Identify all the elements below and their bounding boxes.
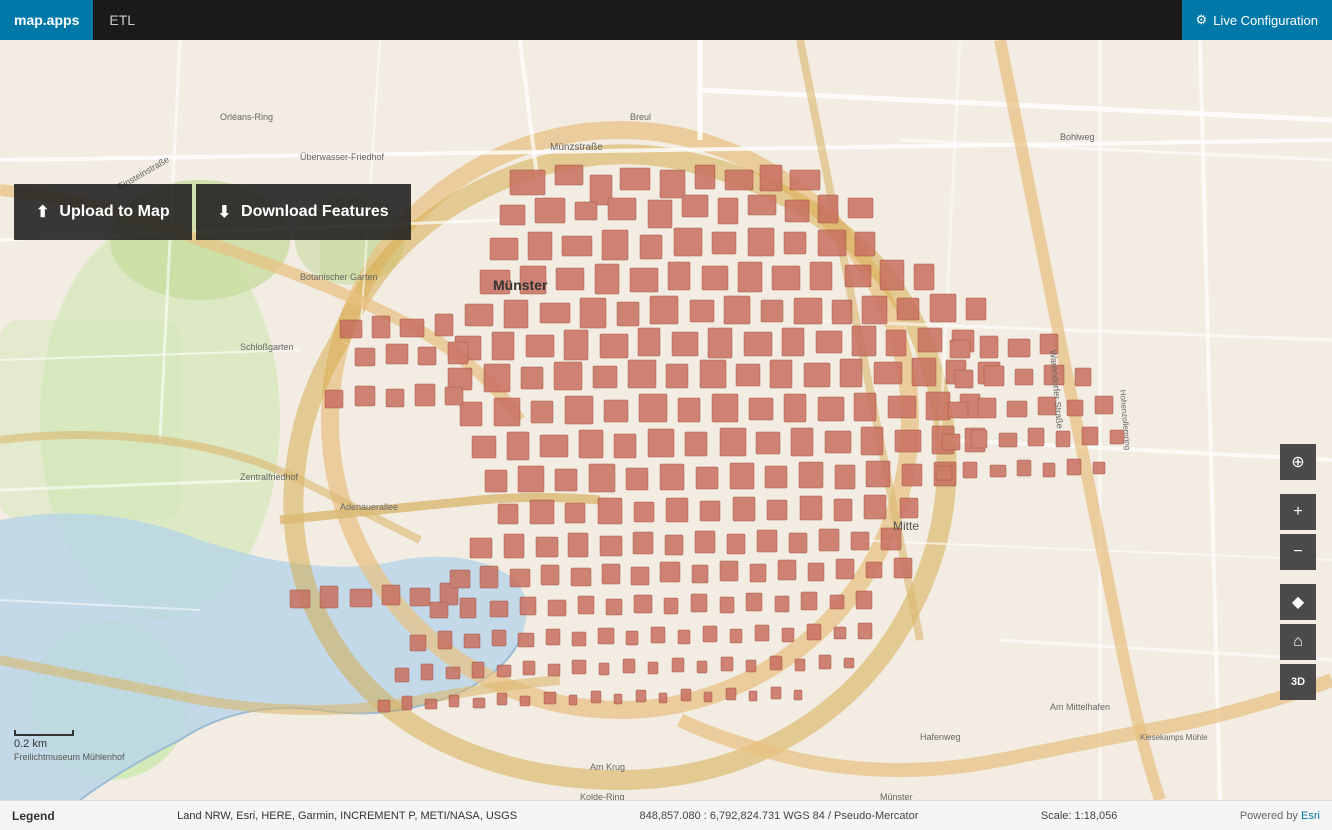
overlay-buttons: ⬆ Upload to Map ⬇ Download Features bbox=[14, 184, 411, 240]
threed-button[interactable]: 3D bbox=[1280, 664, 1316, 700]
svg-text:Überwasser-Friedhof: Überwasser-Friedhof bbox=[300, 152, 385, 162]
powered-by-label: Powered by bbox=[1240, 810, 1298, 822]
svg-text:Kiesekamps Mühle: Kiesekamps Mühle bbox=[1140, 733, 1208, 742]
svg-text:Mitte: Mitte bbox=[893, 519, 919, 533]
map-background: Münster Mitte Münzstraße Überwasser-Frie… bbox=[0, 40, 1332, 800]
map-controls: ⊕ + − ◆ ⌂ 3D bbox=[1280, 444, 1316, 700]
scale-bar-label: 0.2 km bbox=[14, 738, 47, 750]
diamond-button[interactable]: ◆ bbox=[1280, 584, 1316, 620]
compass-icon: ⊕ bbox=[1291, 452, 1304, 472]
download-icon: ⬇ bbox=[218, 202, 231, 222]
svg-text:Münster: Münster bbox=[880, 792, 913, 800]
upload-to-map-button[interactable]: ⬆ Upload to Map bbox=[14, 184, 192, 240]
svg-text:Adenauerallee: Adenauerallee bbox=[340, 502, 398, 512]
coordinates-info: 848,857.080 : 6,792,824.731 WGS 84 / Pse… bbox=[640, 810, 919, 822]
diamond-icon: ◆ bbox=[1292, 592, 1304, 612]
live-config-button[interactable]: ⚙ Live Configuration bbox=[1182, 0, 1332, 40]
svg-text:Botanischer Garten: Botanischer Garten bbox=[300, 272, 378, 282]
header-left: map.apps ETL bbox=[0, 0, 151, 40]
attribution-text: Land NRW, Esri, HERE, Garmin, INCREMENT … bbox=[177, 810, 517, 822]
upload-label: Upload to Map bbox=[59, 203, 169, 221]
svg-text:Breul: Breul bbox=[630, 112, 651, 122]
svg-text:Zentralfriedhof: Zentralfriedhof bbox=[240, 472, 299, 482]
app-title: ETL bbox=[93, 12, 151, 28]
scale-info: Scale: 1:18,056 bbox=[1041, 810, 1117, 822]
bottom-bar: Legend Land NRW, Esri, HERE, Garmin, INC… bbox=[0, 800, 1332, 830]
gear-icon: ⚙ bbox=[1196, 12, 1208, 28]
svg-text:Freilichtmuseum Mühlenhof: Freilichtmuseum Mühlenhof bbox=[14, 752, 125, 762]
svg-text:Bohlweg: Bohlweg bbox=[1060, 132, 1095, 142]
upload-icon: ⬆ bbox=[36, 202, 49, 222]
svg-text:Hafenweg: Hafenweg bbox=[920, 732, 961, 742]
svg-text:Kolde-Ring: Kolde-Ring bbox=[580, 792, 625, 800]
esri-link[interactable]: Esri bbox=[1301, 810, 1320, 822]
zoom-in-button[interactable]: + bbox=[1280, 494, 1316, 530]
home-icon: ⌂ bbox=[1293, 633, 1303, 651]
legend-label: Legend bbox=[12, 809, 55, 823]
download-label: Download Features bbox=[241, 203, 389, 221]
download-features-button[interactable]: ⬇ Download Features bbox=[196, 184, 411, 240]
svg-text:Schloßgarten: Schloßgarten bbox=[240, 342, 294, 352]
svg-text:Münster: Münster bbox=[493, 277, 548, 293]
home-button[interactable]: ⌂ bbox=[1280, 624, 1316, 660]
scale-bar-graphic bbox=[14, 730, 74, 736]
zoom-out-icon: − bbox=[1293, 543, 1302, 561]
compass-button[interactable]: ⊕ bbox=[1280, 444, 1316, 480]
zoom-out-button[interactable]: − bbox=[1280, 534, 1316, 570]
zoom-in-icon: + bbox=[1293, 503, 1302, 521]
live-config-label: Live Configuration bbox=[1213, 13, 1318, 28]
svg-text:Münzstraße: Münzstraße bbox=[550, 142, 603, 153]
threed-icon: 3D bbox=[1291, 676, 1305, 688]
svg-text:Am Krug: Am Krug bbox=[590, 762, 625, 772]
scale-bar: 0.2 km bbox=[14, 730, 74, 750]
header: map.apps ETL ⚙ Live Configuration bbox=[0, 0, 1332, 40]
svg-text:Orléans-Ring: Orléans-Ring bbox=[220, 112, 273, 122]
svg-text:Am Mittelhafen: Am Mittelhafen bbox=[1050, 702, 1110, 712]
map-container[interactable]: Münster Mitte Münzstraße Überwasser-Frie… bbox=[0, 40, 1332, 800]
brand-logo: map.apps bbox=[0, 0, 93, 40]
powered-by-text: Powered by Esri bbox=[1240, 810, 1320, 822]
